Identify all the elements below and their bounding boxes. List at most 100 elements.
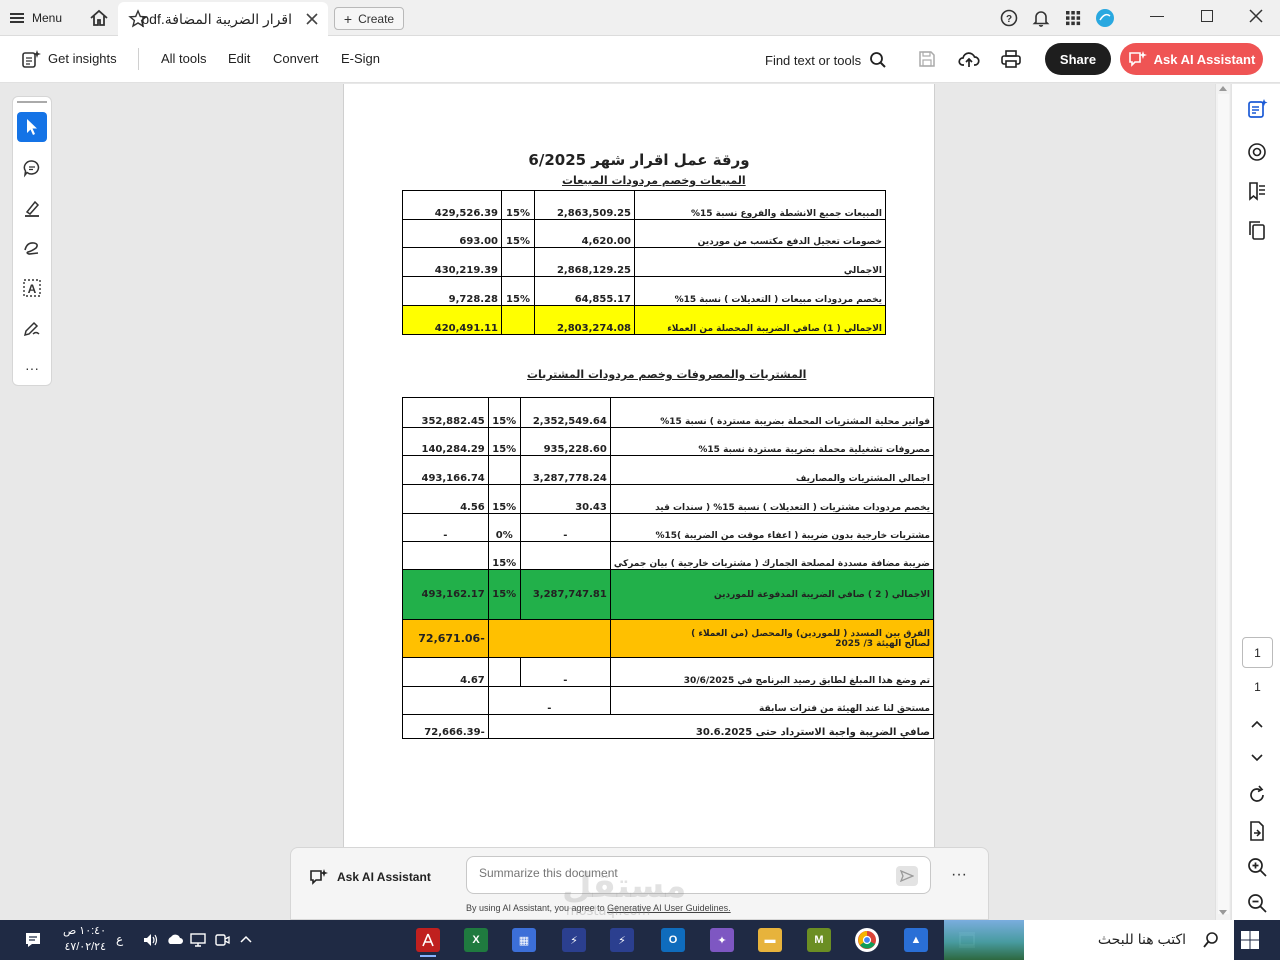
bookmarks-icon[interactable] — [1246, 180, 1268, 202]
menu-button[interactable]: Menu — [10, 6, 62, 30]
scroll-up-arrow-icon[interactable] — [1219, 86, 1227, 91]
ai-prompt-box[interactable] — [466, 856, 931, 894]
apps-grid-icon[interactable] — [1063, 8, 1083, 28]
window-restore-icon[interactable] — [1201, 10, 1213, 22]
document-scrollbar[interactable] — [1215, 84, 1230, 920]
copy-pages-icon[interactable] — [1246, 219, 1268, 241]
svg-text:A: A — [28, 282, 37, 296]
desc-cell: الاجمالي — [634, 247, 886, 277]
previous-page-chevron-up-icon[interactable] — [1246, 713, 1268, 735]
app-taskbar-icon-2[interactable]: ⚡ — [562, 928, 586, 952]
chrome-taskbar-icon[interactable] — [855, 928, 879, 952]
scroll-down-arrow-icon[interactable] — [1219, 910, 1227, 915]
user-avatar-icon[interactable] — [1095, 8, 1115, 28]
app-taskbar-icon-3[interactable]: ⚡ — [610, 928, 634, 952]
desc-cell: يخصم مردودات مبيعات ( التعديلات ) نسبة 1… — [634, 276, 886, 306]
next-page-chevron-down-icon[interactable] — [1246, 746, 1268, 768]
panel-grip[interactable] — [17, 101, 47, 103]
tax-cell: 9,728.28 — [402, 276, 502, 306]
print-icon[interactable] — [1000, 49, 1022, 69]
send-arrow-icon — [900, 870, 914, 882]
ai-assistant-label-text: Ask AI Assistant — [337, 870, 431, 884]
comments-panel-icon[interactable] — [1246, 141, 1268, 163]
ai-prompt-input[interactable] — [479, 866, 879, 880]
cloud-upload-icon[interactable] — [958, 49, 980, 69]
excel-taskbar-icon[interactable]: X — [464, 928, 488, 952]
page-number-input[interactable]: 1 — [1242, 637, 1273, 668]
difference-desc-cell: الفرق بين المسدد ( للموردين) والمحصل (من… — [609, 619, 935, 658]
find-label: Find text or tools — [765, 52, 862, 68]
rate-cell: 15% — [487, 397, 521, 428]
ai-assistant-label[interactable]: Ask AI Assistant — [309, 868, 431, 886]
clock[interactable]: ١٠:٤٠ ص ٤٧/٠٢/٢٤ — [56, 923, 106, 955]
purchases-section-title: المشتريات والمصروفات وخصم مردودات المشتر… — [527, 368, 807, 381]
home-icon[interactable] — [88, 7, 110, 29]
tax-cell: 4.67 — [402, 657, 489, 687]
input-language[interactable]: ع — [116, 932, 123, 946]
document-tab[interactable]: اقرار الضريبة المضافة.pdf — [118, 2, 328, 36]
close-tab-icon[interactable] — [304, 11, 320, 27]
add-text-tool[interactable]: A — [17, 273, 47, 303]
add-comment-tool[interactable] — [17, 153, 47, 183]
save-icon[interactable] — [918, 50, 936, 68]
meet-now-icon[interactable] — [214, 932, 230, 948]
select-tool[interactable] — [17, 112, 47, 142]
difference-value: 72,671.06- — [402, 619, 489, 658]
base-cell: 30.43 — [519, 484, 611, 514]
share-button[interactable]: Share — [1045, 43, 1111, 75]
get-insights-button[interactable]: Get insights — [48, 51, 117, 66]
send-button[interactable] — [896, 866, 918, 886]
help-icon[interactable]: ? — [999, 8, 1019, 28]
table-row: 140,284.29 15% 935,228.60 مصروفات تشغيلي… — [402, 427, 935, 456]
window-minimize-icon[interactable] — [1150, 16, 1164, 17]
insights-icon[interactable] — [20, 48, 42, 70]
base-cell: - — [487, 686, 611, 715]
all-tools-menu[interactable]: All tools — [161, 51, 207, 66]
tax-cell: 4.56 — [402, 484, 489, 514]
convert-menu[interactable]: Convert — [273, 51, 319, 66]
search-highlight-image[interactable] — [944, 920, 1024, 960]
generative-summary-icon[interactable] — [1246, 98, 1268, 120]
taskbar-search-box[interactable]: اكتب هنا للبحث — [1024, 920, 1234, 960]
window-close-icon[interactable] — [1248, 8, 1264, 24]
app-taskbar-icon-1[interactable]: ▦ — [512, 928, 536, 952]
more-options-icon[interactable]: ··· — [951, 866, 967, 884]
network-icon[interactable] — [166, 932, 184, 948]
file-explorer-taskbar-icon[interactable]: ▬ — [758, 928, 782, 952]
windows-start-icon[interactable] — [1240, 930, 1260, 950]
quick-tools-panel: A ··· — [12, 96, 52, 386]
ask-ai-assistant-button[interactable]: Ask AI Assistant — [1120, 43, 1263, 75]
edit-menu[interactable]: Edit — [228, 51, 250, 66]
rotate-icon[interactable] — [1246, 784, 1268, 806]
action-center-icon[interactable] — [24, 931, 42, 949]
display-icon[interactable] — [190, 932, 206, 948]
zoom-in-icon[interactable] — [1246, 856, 1268, 878]
copilot-taskbar-icon[interactable]: ✦ — [710, 928, 734, 952]
zoom-out-icon[interactable] — [1246, 892, 1268, 914]
extract-page-icon[interactable] — [1246, 820, 1268, 842]
rate-cell: 15% — [501, 276, 535, 306]
tax-cell: 352,882.45 — [402, 397, 489, 428]
notifications-bell-icon[interactable] — [1031, 8, 1051, 28]
esign-menu[interactable]: E-Sign — [341, 51, 380, 66]
outlook-taskbar-icon[interactable]: O — [661, 928, 685, 952]
rate-cell: 15% — [487, 484, 521, 514]
show-hidden-icons-chevron-icon[interactable] — [238, 932, 254, 948]
find-text-or-tools-button[interactable]: Find text or tools — [765, 51, 887, 69]
rate-cell: 15% — [501, 219, 535, 248]
freehand-draw-icon — [24, 242, 39, 255]
app-taskbar-icon-4[interactable]: M — [807, 928, 831, 952]
create-button[interactable]: + Create — [334, 7, 404, 30]
volume-icon[interactable] — [142, 932, 158, 948]
scrollbar-thumb[interactable] — [1218, 94, 1229, 914]
sign-tool[interactable] — [17, 313, 47, 343]
draw-tool[interactable] — [17, 233, 47, 263]
clock-time: ١٠:٤٠ ص — [62, 925, 106, 937]
app-taskbar-icon-5[interactable]: ▲ — [904, 928, 928, 952]
highlight-tool[interactable] — [17, 193, 47, 223]
taskbar-search-placeholder: اكتب هنا للبحث — [1097, 931, 1186, 947]
more-tools-icon[interactable]: ··· — [17, 353, 47, 383]
table-row: - 0% - مشتريات خارجية بدون ضريبة ( اعفاء… — [402, 513, 935, 542]
acrobat-taskbar-icon[interactable] — [416, 928, 440, 957]
tax-cell: 493,162.17 — [402, 569, 489, 620]
